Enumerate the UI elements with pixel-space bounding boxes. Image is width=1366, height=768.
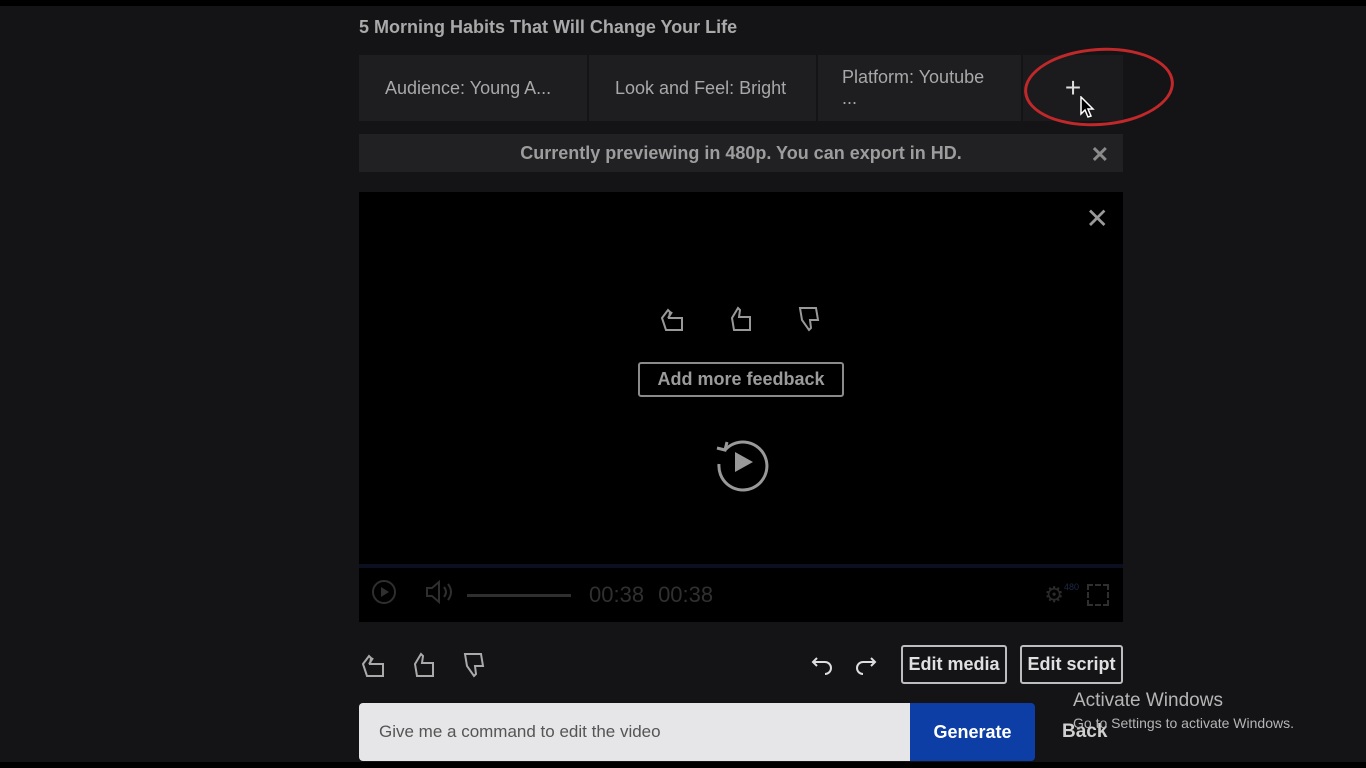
- settings-gear-icon[interactable]: ⚙ 480: [1044, 582, 1079, 608]
- edit-toolbar: Edit media Edit script: [359, 645, 1123, 685]
- thumbs-up-icon[interactable]: [726, 304, 756, 334]
- watermark-title: Activate Windows: [1073, 690, 1223, 711]
- settings-tabs: Audience: Young A... Look and Feel: Brig…: [359, 55, 1123, 121]
- mouse-cursor-icon: [1080, 95, 1096, 125]
- watermark-subtitle: Go to Settings to activate Windows.: [1073, 715, 1294, 731]
- preview-notice: Currently previewing in 480p. You can ex…: [359, 134, 1123, 172]
- play-icon[interactable]: [371, 579, 397, 611]
- edit-script-button[interactable]: Edit script: [1020, 645, 1123, 684]
- current-time: 00:38: [589, 582, 645, 607]
- volume-icon[interactable]: [425, 579, 455, 610]
- close-icon[interactable]: ✕: [1086, 202, 1109, 235]
- command-input[interactable]: Give me a command to edit the video: [359, 703, 910, 761]
- fullscreen-icon[interactable]: [1087, 584, 1109, 606]
- page-title: 5 Morning Habits That Will Change Your L…: [359, 17, 738, 37]
- edit-media-button[interactable]: Edit media: [901, 645, 1007, 684]
- quality-badge: 480: [1063, 582, 1079, 592]
- tab-look-and-feel[interactable]: Look and Feel: Bright: [589, 55, 818, 121]
- thumbs-down-icon[interactable]: [459, 650, 489, 680]
- double-thumbs-up-icon[interactable]: [658, 304, 688, 334]
- notice-text: Currently previewing in 480p. You can ex…: [520, 142, 962, 163]
- player-controls: 00:38 00:38 ⚙ 480: [359, 568, 1123, 622]
- close-icon[interactable]: ✕: [1091, 142, 1109, 168]
- generate-button[interactable]: Generate: [910, 703, 1035, 761]
- video-player[interactable]: ✕ Add more feedback 00:38 00:38 ⚙ 480: [359, 192, 1123, 622]
- thumbs-up-icon[interactable]: [409, 650, 439, 680]
- bottom-strip: [0, 762, 1366, 768]
- feedback-icons: [359, 304, 1123, 334]
- volume-slider[interactable]: [467, 593, 571, 597]
- add-more-feedback-button[interactable]: Add more feedback: [638, 362, 844, 397]
- replay-icon[interactable]: [711, 432, 771, 497]
- tab-audience[interactable]: Audience: Young A...: [359, 55, 589, 121]
- thumbs-down-icon[interactable]: [794, 304, 824, 334]
- top-strip: [0, 0, 1366, 6]
- double-thumbs-up-icon[interactable]: [359, 650, 389, 680]
- duration: 00:38: [658, 582, 714, 607]
- tab-platform[interactable]: Platform: Youtube ...: [818, 55, 1023, 121]
- redo-icon[interactable]: [855, 654, 877, 676]
- activate-windows-watermark: Activate Windows Go to Settings to activ…: [1073, 690, 1294, 731]
- undo-icon[interactable]: [811, 654, 833, 676]
